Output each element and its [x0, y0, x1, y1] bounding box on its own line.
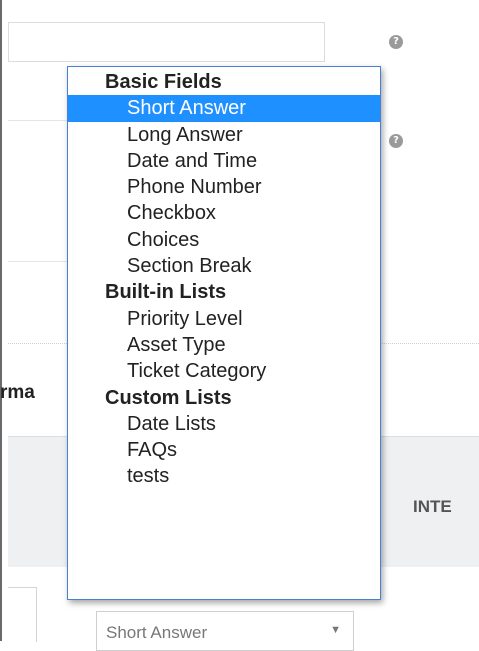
top-text-field[interactable] [8, 22, 325, 62]
field-type-select-value: Short Answer [106, 623, 208, 642]
dropdown-group-label: Custom Lists [105, 386, 232, 409]
dropdown-option[interactable]: Priority Level [68, 306, 380, 332]
dropdown-group-label: Built-in Lists [105, 281, 227, 304]
dropdown-option[interactable]: Ticket Category [68, 358, 380, 384]
dropdown-option[interactable]: Phone Number [68, 174, 380, 200]
dropdown-option[interactable]: Choices [68, 227, 380, 253]
dropdown-option[interactable]: Asset Type [68, 332, 380, 358]
field-type-select[interactable]: Short Answer ▼ [96, 611, 354, 651]
table-header-label: INTE [413, 497, 452, 516]
chevron-down-icon[interactable]: ▼ [330, 624, 341, 636]
dropdown-option[interactable]: Long Answer [68, 122, 380, 148]
row-text-field[interactable] [8, 587, 37, 642]
dropdown-option[interactable]: Checkbox [68, 200, 380, 226]
dropdown-option[interactable]: Date and Time [68, 148, 380, 174]
dropdown-option[interactable]: Date Lists [68, 411, 380, 437]
dropdown-option[interactable]: FAQs [68, 437, 380, 463]
help-icon[interactable]: ? [389, 35, 403, 49]
dropdown-option[interactable]: Section Break [68, 253, 380, 279]
field-type-dropdown-list[interactable]: Basic Fields Short Answer Long Answer Date … [67, 66, 381, 600]
dropdown-option-selected[interactable]: Short Answer [68, 95, 380, 122]
window-frame-edge [0, 0, 2, 641]
section-heading: rma [0, 382, 35, 403]
dropdown-group-label: Basic Fields [105, 71, 222, 93]
dropdown-option[interactable]: tests [68, 463, 380, 489]
help-icon[interactable]: ? [389, 134, 403, 148]
